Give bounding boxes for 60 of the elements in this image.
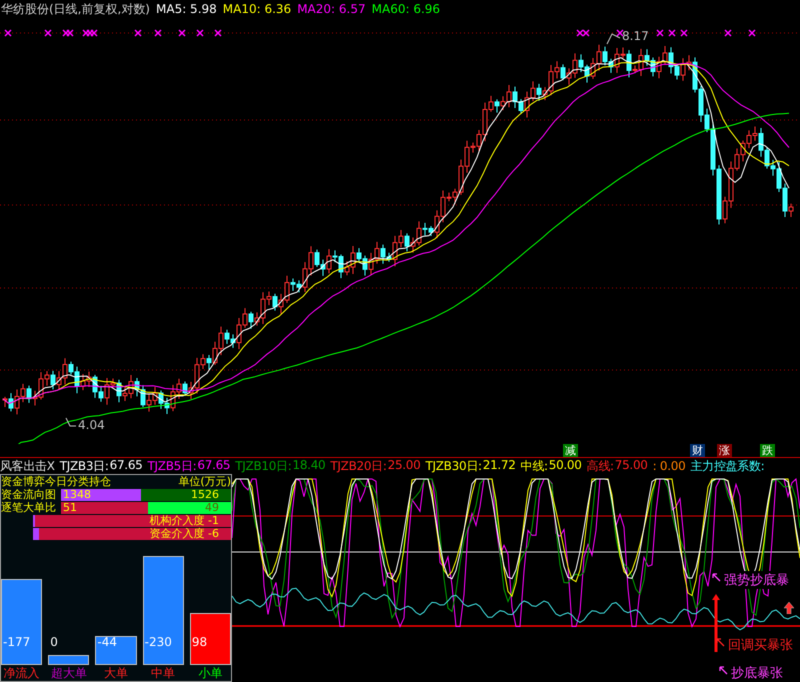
column-bar [48, 655, 90, 665]
indicator-label: TJZB30日: [425, 458, 482, 474]
signal-marker: 财 [690, 444, 705, 457]
column-bar [95, 636, 137, 665]
signal-marker: 涨 [717, 444, 732, 457]
indicator-value: 50.00 [548, 458, 582, 474]
indicator-value: 75.00 [614, 458, 648, 474]
moving-average-value: MA20: 6.57 [297, 2, 366, 16]
indicator-label: TJZB10日: [235, 458, 292, 474]
leader-line [66, 418, 76, 426]
institution-label: 机构介入度 -1 [150, 513, 219, 528]
big-order-value: 49 [205, 501, 219, 514]
bar-label: 净流入 [2, 665, 41, 680]
flow-value: 1526 [191, 488, 219, 501]
chart-title: 华纺股份(日线,前复权,对数) [1, 0, 150, 18]
panel-title: 资金博弈今日分类持仓 [1, 474, 111, 488]
bar-value: 0 [50, 635, 58, 649]
leader-line [606, 33, 620, 44]
low-price-label: 4.04 [78, 418, 105, 432]
indicator-value: 67.65 [110, 458, 142, 474]
moving-average-value: MA10: 6.36 [222, 2, 292, 16]
indicator-label: : 0.00 [652, 459, 686, 473]
bar-label: 小单 [197, 665, 224, 680]
moving-average-value: MA5: 5.98 [156, 2, 217, 16]
indicator-label: 高线: [586, 458, 614, 474]
indicator-value: 18.40 [292, 458, 326, 474]
pointer-arrow-icon [716, 638, 725, 647]
indicator-label: 风客出击X [0, 458, 55, 474]
up-arrow-icon [784, 602, 794, 614]
indicator-label: 主力控盘系数: [690, 458, 764, 474]
indicator-label: TJZB20日: [330, 458, 387, 474]
indicator-label: 中线: [520, 458, 548, 474]
signal-marker: 减 [563, 444, 578, 457]
big-order-fill: 51 [61, 502, 148, 514]
pointer-arrow-icon [712, 573, 721, 582]
signal-marker: 跌 [760, 444, 775, 457]
signal-annotation: 回调买暴张 [728, 636, 793, 654]
bar-label: 超大单 [50, 665, 88, 680]
signal-annotation: 强势抄底暴 [724, 571, 789, 589]
signal-annotation: 抄底暴张 [731, 664, 783, 682]
flow-fill: 1348 [61, 488, 141, 500]
indicator-label: TJZB3日: [60, 458, 109, 474]
indicator-value: 25.00 [388, 458, 420, 474]
moving-average-value: MA60: 6.96 [372, 2, 440, 16]
up-arrow-icon [712, 594, 720, 652]
capital-label: 资金介入度 -6 [150, 526, 219, 541]
bar-value: -44 [97, 635, 118, 649]
bar-label: 中单 [150, 665, 176, 680]
big-order-label: 逐笔大单比 [1, 500, 57, 515]
pointer-arrow-icon [719, 666, 728, 675]
bar-value: -177 [3, 635, 30, 649]
indicator-value: 67.65 [197, 458, 230, 474]
high-price-label: 8.17 [622, 29, 649, 43]
bar-label: 大单 [103, 665, 129, 680]
bar-value: 98 [192, 635, 208, 649]
flow-label: 资金流向图 [1, 487, 57, 502]
indicator-value: 21.72 [482, 458, 516, 474]
unit-label: 单位(万元) [178, 474, 231, 489]
bar-value: -230 [144, 635, 172, 649]
indicator-label: TJZB5日: [148, 458, 196, 474]
